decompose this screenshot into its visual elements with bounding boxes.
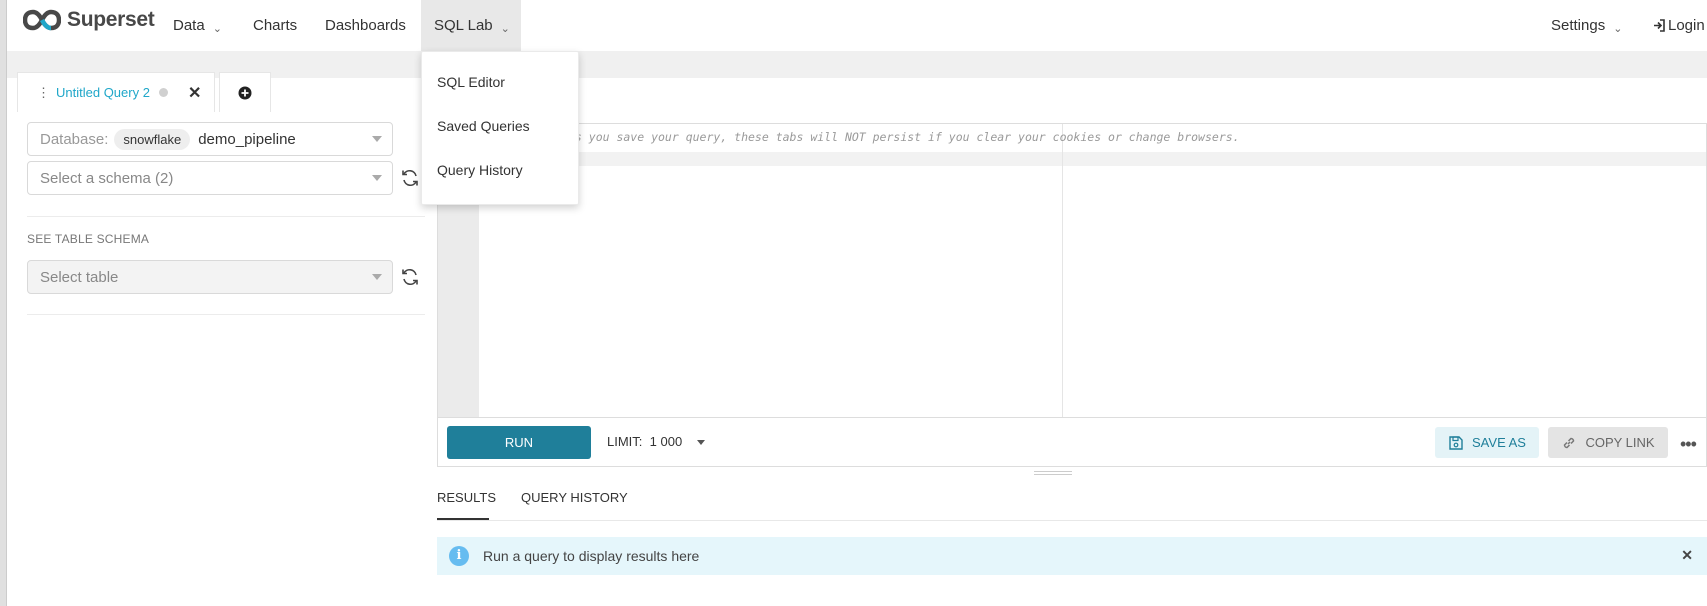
nav-data[interactable]: Data ⌄ bbox=[173, 0, 222, 51]
divider bbox=[27, 216, 425, 217]
nav-login-label: Login bbox=[1668, 17, 1705, 34]
nav-charts[interactable]: Charts bbox=[253, 0, 297, 51]
nav-data-label: Data bbox=[173, 17, 205, 34]
tab-label: Untitled Query 2 bbox=[56, 85, 150, 100]
schema-placeholder: Select a schema (2) bbox=[40, 169, 174, 187]
top-navbar: Superset Data ⌄ Charts Dashboards SQL La… bbox=[7, 0, 1707, 51]
copy-link-label: COPY LINK bbox=[1585, 435, 1655, 450]
tab-results[interactable]: RESULTS bbox=[437, 490, 496, 505]
window-edge bbox=[0, 0, 7, 606]
tab-untitled-query-2[interactable]: ⋮ Untitled Query 2 ✕ bbox=[17, 72, 215, 112]
menu-item-sql-editor[interactable]: SQL Editor bbox=[437, 74, 505, 90]
resize-handle[interactable] bbox=[1034, 471, 1072, 475]
chevron-down-icon: ⌄ bbox=[500, 23, 510, 35]
brand-logo[interactable]: Superset bbox=[23, 8, 155, 32]
chevron-down-icon: ⌄ bbox=[212, 23, 222, 35]
copy-link-button[interactable]: COPY LINK bbox=[1548, 427, 1668, 458]
nav-charts-label: Charts bbox=[253, 17, 298, 34]
close-icon[interactable]: ✕ bbox=[188, 83, 201, 103]
caret-down-icon bbox=[372, 274, 382, 280]
nav-settings-label: Settings bbox=[1551, 17, 1606, 34]
caret-down-icon bbox=[372, 175, 382, 181]
drag-grip-icon[interactable]: ⋮ bbox=[37, 85, 50, 101]
editor-comment: ss you save your query, these tabs will … bbox=[568, 130, 1240, 144]
brand-name: Superset bbox=[67, 8, 155, 31]
database-name: demo_pipeline bbox=[198, 130, 296, 148]
save-as-label: SAVE AS bbox=[1472, 435, 1526, 450]
tab-query-history[interactable]: QUERY HISTORY bbox=[521, 490, 628, 505]
database-type-badge: snowflake bbox=[114, 128, 191, 150]
nav-sql-lab[interactable]: SQL Lab ⌄ bbox=[421, 0, 521, 51]
database-select[interactable]: Database: snowflake demo_pipeline bbox=[27, 122, 393, 156]
login-icon bbox=[1654, 19, 1665, 32]
results-info-text: Run a query to display results here bbox=[483, 548, 700, 564]
divider bbox=[27, 314, 425, 315]
limit-label: LIMIT: bbox=[607, 434, 643, 449]
nav-dashboards-label: Dashboards bbox=[325, 17, 406, 34]
table-select[interactable]: Select table bbox=[27, 260, 393, 294]
limit-value: 1 000 bbox=[649, 434, 683, 449]
database-label: Database: bbox=[40, 130, 109, 148]
chevron-down-icon: ⌄ bbox=[1613, 23, 1623, 35]
save-icon bbox=[1449, 435, 1463, 450]
query-status-dot bbox=[158, 88, 168, 97]
save-as-button[interactable]: SAVE AS bbox=[1435, 427, 1539, 458]
menu-item-saved-queries[interactable]: Saved Queries bbox=[437, 118, 530, 134]
nav-dashboards[interactable]: Dashboards bbox=[325, 0, 406, 51]
link-icon bbox=[1564, 437, 1575, 448]
add-tab-icon bbox=[238, 86, 252, 99]
editor-print-margin bbox=[1062, 124, 1063, 417]
sql-editor[interactable]: ss you save your query, these tabs will … bbox=[437, 123, 1707, 418]
add-tab-button[interactable] bbox=[219, 72, 271, 112]
caret-down-icon[interactable] bbox=[697, 440, 705, 445]
see-table-schema-heading: SEE TABLE SCHEMA bbox=[27, 232, 150, 246]
active-tab-indicator bbox=[437, 518, 489, 520]
editor-toolbar: RUN LIMIT: 1 000 SAVE AS COPY LINK ••• bbox=[437, 418, 1707, 467]
nav-sql-lab-label: SQL Lab bbox=[434, 17, 493, 34]
more-icon[interactable]: ••• bbox=[1680, 434, 1697, 455]
limit-dropdown[interactable]: LIMIT: 1 000 bbox=[607, 434, 682, 449]
results-tab-divider bbox=[437, 520, 1707, 521]
nav-settings[interactable]: Settings ⌄ bbox=[1551, 0, 1622, 51]
refresh-icon[interactable] bbox=[400, 267, 420, 287]
nav-login[interactable]: Login bbox=[1653, 0, 1705, 51]
caret-down-icon bbox=[372, 136, 382, 142]
refresh-icon[interactable] bbox=[400, 168, 420, 188]
close-icon[interactable]: ✕ bbox=[1681, 547, 1693, 564]
results-info-alert: i Run a query to display results here ✕ bbox=[437, 537, 1707, 575]
table-placeholder: Select table bbox=[40, 268, 119, 286]
menu-item-query-history[interactable]: Query History bbox=[437, 162, 523, 178]
info-icon: i bbox=[449, 546, 469, 566]
run-button[interactable]: RUN bbox=[447, 426, 591, 459]
active-line-highlight bbox=[438, 152, 1706, 166]
schema-select[interactable]: Select a schema (2) bbox=[27, 161, 393, 195]
sql-lab-menu: SQL Editor Saved Queries Query History bbox=[421, 51, 579, 205]
superset-logo-icon bbox=[23, 9, 61, 31]
